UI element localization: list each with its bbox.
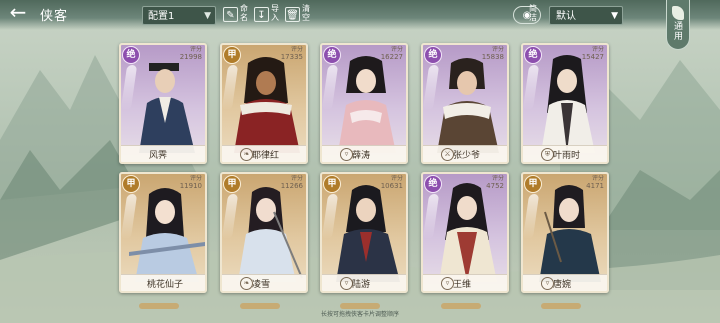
hero-card[interactable]: 绝 评分 15427 ⛨ 叶雨时 [521,43,609,164]
hero-card[interactable]: 甲 评分 11910 桃花仙子 [119,172,207,293]
sort-dropdown[interactable]: 默认 ▼ [549,6,623,25]
score-value: 21998 [179,53,202,61]
hero-name: 桃花仙子 [147,280,184,290]
back-arrow-icon[interactable]: ← [4,2,32,24]
chevron-down-icon: ▼ [611,11,618,21]
preset-dropdown[interactable]: 配置1 ▼ [142,6,216,25]
leaf-icon [672,6,684,20]
preset-value: 配置1 [148,11,175,22]
import-label: 导入 [271,4,279,22]
hero-portrait [139,63,195,153]
score-value: 4171 [586,182,604,190]
score-value: 15427 [581,53,604,61]
score-value: 11266 [280,182,303,190]
pencil-icon: ✎ [223,7,238,22]
hero-card[interactable]: 绝 评分 15838 ⚔ 张少爷 [421,43,509,164]
grade-badge: 甲 [122,175,140,193]
hero-card[interactable]: 甲 评分 11266 ❧ 凌雪 [220,172,308,293]
clear-label: 清空 [302,4,310,22]
hero-name: 张少爷 [453,151,481,161]
hero-portrait [439,183,497,282]
clear-button[interactable]: 🗑 清空 [285,4,315,26]
page-title: 侠客 [40,9,69,24]
hero-card[interactable]: 甲 评分 10631 ▿ 陆游 [320,172,408,293]
rename-label: 命名 [240,4,248,22]
hero-portrait [234,57,300,153]
grade-badge: 甲 [323,175,341,193]
apply-button[interactable]: 通用 [666,0,690,50]
hero-card[interactable]: 绝 评分 4752 ▿ 王维 [421,172,509,293]
grade-badge: 绝 [122,46,140,64]
grade-badge: 甲 [223,175,241,193]
score-value: 11910 [179,182,202,190]
hero-portrait [238,187,303,282]
hero-name: 耶律红 [252,151,280,161]
hero-portrait [336,185,400,282]
rename-button[interactable]: ✎ 命名 [223,4,253,26]
grade-badge: 绝 [424,46,442,64]
import-icon: ↧ [254,7,269,22]
score-value: 17335 [280,53,303,61]
hero-portrait [338,56,396,153]
hero-name: 薛涛 [352,151,371,161]
score-value: 10631 [380,182,403,190]
import-button[interactable]: ↧ 导入 [254,4,284,26]
grade-badge: 甲 [223,46,241,64]
sort-value: 默认 [556,11,576,22]
score-value: 15838 [481,53,504,61]
hero-portrait [129,188,205,282]
hero-portrait [437,58,499,153]
hero-card[interactable]: 绝 评分 21998 风霁 [119,43,207,164]
hero-card[interactable]: 甲 评分 17335 ❧ 耶律红 [220,43,308,164]
apply-label: 通用 [674,22,684,42]
hero-name: 陆游 [352,280,371,290]
chevron-down-icon: ▼ [204,11,211,21]
hero-name: 风霁 [149,151,168,161]
hero-portrait [541,55,595,153]
grade-badge: 绝 [424,175,442,193]
top-bar: ← 侠客 配置1 ▼ ✎ 命名 ↧ 导入 🗑 清空 ◉ 简洁 默认 ▼ [0,0,720,30]
trash-icon: 🗑 [285,7,300,22]
score-value: 16227 [380,53,403,61]
hero-name: 叶雨时 [553,151,581,161]
hero-name: 王维 [453,280,472,290]
simplified-label: 简洁 [529,4,537,22]
grade-badge: 绝 [524,46,542,64]
drag-hint: 长按可拖拽侠客卡片调整顺序 [320,311,399,318]
score-value: 4752 [486,182,504,190]
hero-portrait [539,185,601,282]
hero-name: 凌雪 [252,280,271,290]
hero-card[interactable]: 绝 评分 16227 ▿ 薛涛 [320,43,408,164]
grade-badge: 甲 [524,175,542,193]
hero-name: 唐婉 [553,280,572,290]
grade-badge: 绝 [323,46,341,64]
hero-card[interactable]: 甲 评分 4171 ▿ 唐婉 [521,172,609,293]
